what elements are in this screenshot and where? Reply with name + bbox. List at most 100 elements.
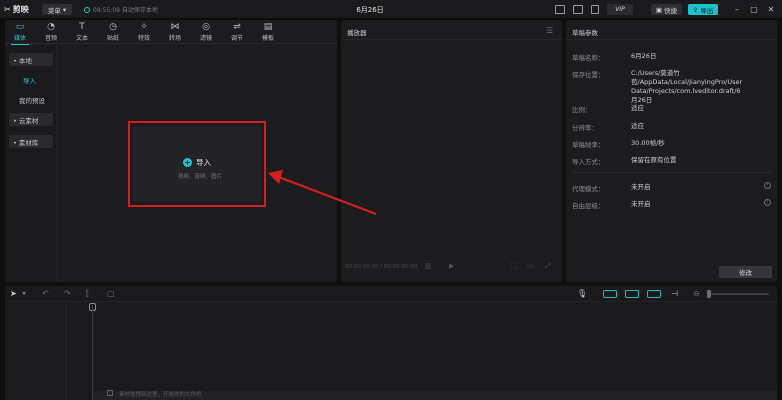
tab-label: 文本 — [75, 35, 88, 42]
tab-label: 媒体 — [13, 35, 26, 42]
keyboard-icon[interactable] — [555, 5, 565, 14]
align-icon[interactable]: ⊣ — [671, 289, 678, 298]
export-label: 导出 — [700, 6, 714, 15]
sidebar-item-presets[interactable]: 我的预设 — [9, 93, 53, 106]
tab-audio[interactable]: ◔ 音频 — [39, 22, 63, 44]
tab-label: 音频 — [44, 35, 57, 42]
param-value: 6月26日 — [631, 52, 657, 60]
microphone-icon[interactable]: 🎙 — [577, 289, 587, 298]
shortcut-button[interactable]: ▣ 快捷 — [651, 4, 682, 15]
tab-label: 贴纸 — [106, 35, 119, 42]
preview-axis-icon[interactable] — [647, 290, 661, 298]
tab-label: 滤镜 — [199, 35, 212, 42]
param-value: C:/Users/莫道竹苞/AppData/Local/JianyingPro/… — [631, 69, 743, 104]
tab-transition[interactable]: ⋈ 转场 — [163, 22, 187, 44]
param-label: 保存位置： — [572, 71, 605, 79]
timecode: 00:00:00:00 / 00:00:00:00 — [345, 264, 418, 270]
info-icon[interactable]: ! — [764, 182, 771, 189]
param-label: 分辨率： — [572, 124, 598, 132]
param-label: 代理模式： — [572, 185, 605, 193]
tab-label: 调节 — [230, 35, 243, 42]
param-label: 导入方式： — [572, 158, 605, 166]
link-icon[interactable] — [603, 290, 617, 298]
drop-hint: 素材拖拽到这里，开始你的大作吧 — [119, 392, 202, 398]
chevron-down-icon[interactable]: ▾ — [22, 289, 26, 298]
tab-label: 模板 — [261, 35, 274, 42]
params-title: 草稿参数 — [572, 29, 598, 37]
crop-icon[interactable]: ⛶ — [511, 262, 516, 271]
param-label: 自由层级： — [572, 202, 605, 210]
timeline-panel: ➤ ▾ ↶ ↷ ⫿ ▢ 🎙 ⊣ ⊖ 素材拖拽到这里，开始你的大作吧 — [5, 286, 777, 400]
snap-icon[interactable] — [625, 290, 639, 298]
tab-media[interactable]: ▭ 媒体 — [8, 22, 32, 45]
zoom-slider[interactable] — [707, 293, 769, 295]
template-icon: ▤ — [263, 22, 273, 32]
param-value: 适应 — [631, 122, 644, 130]
modify-button[interactable]: 修改 — [719, 266, 772, 278]
param-label: 草稿名称： — [572, 54, 605, 62]
app-logo: ✂ 剪映 — [4, 4, 29, 15]
info-icon[interactable]: ! — [764, 199, 771, 206]
ratio-icon[interactable]: ▭ — [527, 262, 534, 270]
app-name: 剪映 — [12, 5, 29, 14]
sticker-icon: ◷ — [109, 22, 117, 32]
title-bar: ✂ 剪映 菜单 ▾ 09:55:09 自动保存本地 6月26日 VIP ▣ 快捷… — [0, 0, 782, 19]
export-icon: ⇪ — [692, 5, 699, 14]
track-area — [5, 303, 777, 400]
player-panel: 播放器 ☰ 00:00:00:00 / 00:00:00:00 ▥ ▶ ⛶ ▭ … — [341, 20, 562, 282]
divider — [566, 39, 777, 40]
media-panel: ▭ 媒体 ◔ 音频 T 文本 ◷ 贴纸 ✧ 特效 ⋈ 转场 ◎ 滤镜 ⇌ 调节 — [5, 20, 337, 282]
tab-filter[interactable]: ◎ 滤镜 — [194, 22, 218, 44]
menu-icon[interactable]: ☰ — [546, 26, 553, 35]
vip-badge[interactable]: VIP — [607, 4, 633, 15]
feedback-icon[interactable] — [591, 5, 599, 14]
project-title: 6月26日 — [356, 6, 384, 14]
param-label: 比例： — [572, 106, 592, 114]
tab-sticker[interactable]: ◷ 贴纸 — [101, 22, 125, 44]
import-button[interactable]: + 导入 — [183, 157, 211, 168]
delete-icon[interactable]: ▢ — [107, 289, 115, 298]
minimize-icon[interactable]: – — [732, 4, 742, 15]
tab-effects[interactable]: ✧ 特效 — [132, 22, 156, 44]
sidebar-item-library[interactable]: • 素材库 — [9, 135, 53, 148]
param-value: 未开启 — [631, 200, 651, 208]
text-icon: T — [79, 22, 85, 32]
autosave-status: 09:55:09 自动保存本地 — [84, 5, 158, 14]
divider — [572, 172, 771, 173]
tab-template[interactable]: ▤ 模板 — [256, 22, 280, 44]
cursor-icon[interactable]: ➤ — [10, 289, 17, 298]
timeline-toolbar: ➤ ▾ ↶ ↷ ⫿ ▢ 🎙 ⊣ ⊖ — [5, 286, 777, 302]
import-label: 导入 — [196, 158, 211, 167]
track-header — [5, 303, 67, 400]
export-button[interactable]: ⇪ 导出 — [688, 4, 718, 15]
layout-icon[interactable] — [573, 5, 583, 14]
zoom-out-icon[interactable]: ⊖ — [693, 289, 700, 298]
tab-adjust[interactable]: ⇌ 调节 — [225, 22, 249, 44]
param-value: 未开启 — [631, 183, 651, 191]
split-icon[interactable]: ⫿ — [86, 289, 89, 299]
player-title: 播放器 — [347, 29, 367, 37]
redo-icon[interactable]: ↷ — [64, 289, 71, 298]
adjust-icon: ⇌ — [233, 22, 241, 32]
timeline-view-icon[interactable]: ▥ — [425, 262, 432, 270]
close-icon[interactable]: ✕ — [766, 4, 776, 15]
media-icon — [107, 390, 113, 396]
menu-label: 菜单 — [47, 6, 61, 15]
sidebar-item-cloud[interactable]: • 云素材 — [9, 113, 53, 126]
filter-icon: ◎ — [202, 22, 210, 32]
zoom-slider-thumb[interactable] — [707, 290, 711, 298]
sidebar-item-local[interactable]: • 本地 — [9, 53, 53, 66]
maximize-icon[interactable]: ▢ — [749, 4, 759, 15]
tab-text[interactable]: T 文本 — [70, 22, 94, 44]
effects-icon: ✧ — [140, 22, 148, 32]
play-icon[interactable]: ▶ — [449, 262, 454, 270]
param-value: 保留在原有位置 — [631, 156, 677, 164]
divider — [341, 39, 562, 40]
param-value: 适应 — [631, 104, 644, 112]
plus-icon: + — [183, 158, 192, 167]
fullscreen-icon[interactable]: ⤢ — [545, 262, 551, 271]
sidebar-item-import[interactable]: 导入 — [9, 73, 53, 86]
menu-button[interactable]: 菜单 ▾ — [42, 4, 72, 15]
draft-params-panel: 草稿参数 草稿名称： 6月26日 保存位置： C:/Users/莫道竹苞/App… — [566, 20, 777, 282]
undo-icon[interactable]: ↶ — [42, 289, 49, 298]
